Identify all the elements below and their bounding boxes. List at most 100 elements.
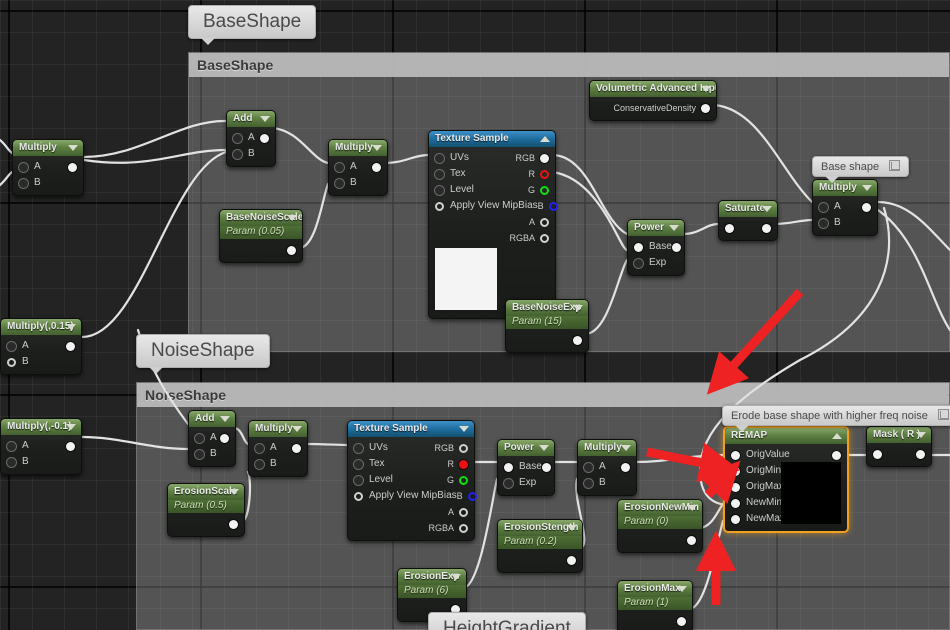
chevron-down-icon[interactable] [539, 445, 549, 451]
node-add-base-title[interactable]: Add [227, 111, 275, 127]
node-param-base-noise-exp[interactable]: BaseNoiseExp Param (15) [505, 299, 589, 353]
chevron-down-icon[interactable] [292, 426, 302, 432]
node-multiply-0-15-output-pin[interactable] [66, 341, 75, 351]
node-multiply-erode[interactable]: Multiply A B [577, 439, 637, 496]
node-power-noise-input-pin[interactable] [504, 462, 513, 472]
node-add-noise-input-pin[interactable] [195, 433, 204, 443]
node-add-base-output-pin[interactable] [260, 133, 269, 143]
node-multiply-noise[interactable]: Multiply A B [248, 420, 308, 477]
bubble-height-gradient[interactable]: HeightGradient [428, 612, 586, 630]
node-multiply-base-output-pin[interactable] [372, 162, 381, 172]
node-texture-sample-base-output-pin[interactable] [540, 169, 549, 179]
chevron-down-icon[interactable] [762, 206, 772, 212]
node-param-erosion-max-output-pin[interactable] [677, 616, 686, 626]
node-multiply-0-15[interactable]: Multiply(,0.15) A B [0, 318, 82, 375]
node-param-erosion-strength[interactable]: ErosionStength Param (0.2) [497, 519, 583, 573]
node-texture-sample-base-input-pin[interactable] [435, 201, 444, 211]
node-power-noise-input-pin[interactable] [504, 478, 513, 488]
chevron-down-icon[interactable] [68, 145, 78, 151]
node-multiply-base-title[interactable]: Multiply [329, 140, 387, 156]
node-texture-sample-noise-output-pin[interactable] [459, 523, 468, 533]
node-param-erosion-new-min-output-pin[interactable] [687, 535, 696, 545]
node-volumetric-advanced-input-output-pin[interactable] [701, 103, 710, 113]
node-power-base-output-pin[interactable] [671, 242, 681, 252]
node-power-base-title[interactable]: Power [628, 220, 684, 236]
node-multiply-left-top[interactable]: Multiply A B [12, 139, 84, 196]
node-mask-r[interactable]: Mask ( R ) [866, 426, 932, 467]
node-texture-sample-noise-title[interactable]: Texture Sample [348, 421, 474, 437]
node-param-base-noise-exp-output-pin[interactable] [573, 335, 582, 345]
chevron-down-icon[interactable] [220, 416, 230, 422]
node-param-erosion-new-min-title[interactable]: ErosionNewMin [618, 500, 702, 516]
node-multiply-neg-0-1-input-pin[interactable] [7, 457, 16, 467]
node-multiply-erode-input-pin[interactable] [584, 478, 593, 488]
chevron-down-icon[interactable] [701, 86, 711, 92]
node-param-erosion-strength-output-pin[interactable] [567, 555, 576, 565]
node-saturate-base-title[interactable]: Saturate [719, 201, 777, 217]
node-texture-sample-noise-output-pin[interactable] [459, 507, 468, 517]
node-texture-sample-noise-input-pin[interactable] [354, 443, 363, 453]
node-mask-r-input-pin[interactable] [873, 449, 882, 459]
node-add-noise-input-pin[interactable] [195, 449, 204, 459]
node-multiply-neg-0-1[interactable]: Multiply(,-0.1) A B [0, 418, 82, 475]
chevron-down-icon[interactable] [687, 505, 697, 511]
node-multiply-base-shape-input-pin[interactable] [819, 202, 828, 212]
bubble-erode-note[interactable]: Erode base shape with higher freq noise [722, 405, 950, 432]
node-mask-r-output-pin[interactable] [916, 449, 925, 459]
node-volumetric-advanced-input-title[interactable]: Volumetric Advanced Input [590, 81, 716, 97]
chevron-down-icon[interactable] [621, 445, 631, 451]
node-add-noise-title[interactable]: Add [189, 411, 235, 427]
node-texture-sample-base-input-pin[interactable] [435, 185, 444, 195]
node-param-erosion-scale-output-pin[interactable] [229, 519, 238, 529]
node-add-base-input-pin[interactable] [233, 149, 242, 159]
node-multiply-neg-0-1-input-pin[interactable] [7, 441, 16, 451]
bubble-noise-shape[interactable]: NoiseShape [136, 334, 270, 374]
node-multiply-base-shape-input-pin[interactable] [819, 218, 828, 228]
chevron-down-icon[interactable] [677, 586, 687, 592]
node-add-noise-output-pin[interactable] [220, 433, 229, 443]
chevron-down-icon[interactable] [567, 525, 577, 531]
node-texture-sample-base-output-pin[interactable] [540, 153, 549, 163]
node-power-base[interactable]: Power Base Exp [627, 219, 685, 276]
chevron-down-icon[interactable] [66, 324, 76, 330]
chevron-down-icon[interactable] [862, 185, 872, 191]
node-volumetric-advanced-input[interactable]: Volumetric Advanced Input ConservativeDen… [589, 80, 717, 121]
node-add-noise[interactable]: Add A B [188, 410, 236, 467]
node-remap-input-pin[interactable] [731, 498, 740, 508]
node-add-base-input-pin[interactable] [233, 133, 242, 143]
node-param-erosion-exp-title[interactable]: ErosionExp [398, 569, 466, 585]
bubble-base-shape-note[interactable]: Base shape [812, 156, 910, 183]
chevron-down-icon[interactable] [573, 305, 583, 311]
node-multiply-erode-output-pin[interactable] [621, 462, 630, 472]
node-multiply-0-15-input-pin[interactable] [7, 341, 16, 351]
node-multiply-noise-input-pin[interactable] [255, 459, 264, 469]
node-texture-sample-noise-input-pin[interactable] [354, 491, 363, 501]
node-multiply-base-input-pin[interactable] [335, 162, 344, 172]
node-saturate-base-output-pin[interactable] [762, 223, 771, 233]
node-param-erosion-max[interactable]: ErosionMax Param (1) [617, 580, 693, 630]
node-texture-sample-base-output-pin[interactable] [540, 217, 549, 227]
node-power-noise[interactable]: Power Base Exp [497, 439, 555, 496]
node-power-base-input-pin[interactable] [634, 242, 643, 252]
material-graph-canvas[interactable]: BaseShape NoiseShape Multiply A B Multip… [0, 0, 950, 630]
node-texture-sample-noise-output-pin[interactable] [467, 491, 477, 501]
node-remap[interactable]: REMAP OrigValue OrigMin OrigMax NewMin NewMax [723, 426, 849, 533]
chevron-up-icon[interactable] [832, 433, 842, 439]
chevron-down-icon[interactable] [669, 225, 679, 231]
node-multiply-left-top-input-pin[interactable] [19, 178, 28, 188]
node-texture-sample-noise-output-pin[interactable] [459, 459, 468, 469]
chevron-down-icon[interactable] [372, 145, 382, 151]
node-multiply-base-input-pin[interactable] [335, 178, 344, 188]
node-param-base-noise-scale-output-pin[interactable] [287, 245, 296, 255]
node-remap-input-pin[interactable] [731, 482, 740, 492]
node-power-noise-title[interactable]: Power [498, 440, 554, 456]
node-param-base-noise-exp-title[interactable]: BaseNoiseExp [506, 300, 588, 316]
node-texture-sample-base-input-pin[interactable] [435, 169, 444, 179]
node-multiply-neg-0-1-title[interactable]: Multiply(,-0.1) [1, 419, 81, 435]
node-mask-r-title[interactable]: Mask ( R ) [867, 427, 931, 443]
chevron-down-icon[interactable] [66, 424, 76, 430]
chevron-down-icon[interactable] [229, 489, 239, 495]
node-saturate-base-input-pin[interactable] [725, 223, 734, 233]
node-multiply-0-15-input-pin[interactable] [7, 357, 16, 367]
node-param-erosion-scale-title[interactable]: ErosionScale [168, 484, 244, 500]
